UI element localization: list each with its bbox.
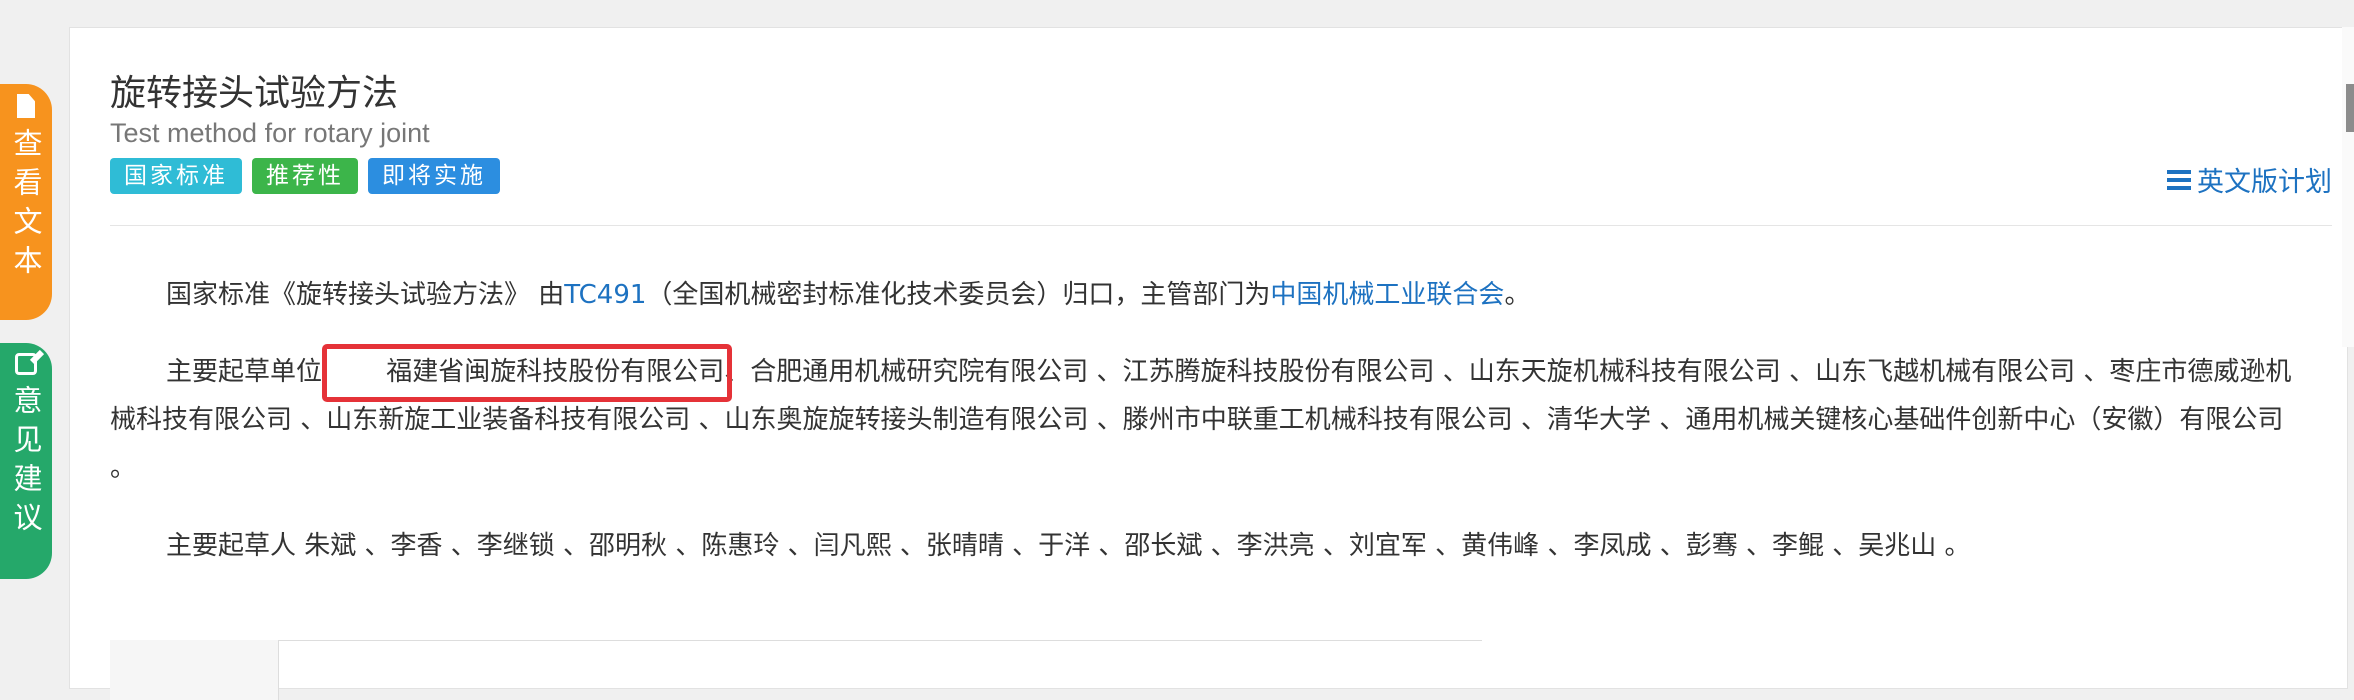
- tc-link[interactable]: TC491: [564, 280, 646, 310]
- intro-text-end: 。: [1504, 280, 1531, 310]
- feedback-label: 意见建议: [9, 385, 43, 541]
- standard-panel: 旋转接头试验方法 Test method for rotary joint 国家…: [69, 27, 2348, 700]
- view-text-label: 查看文本: [9, 128, 43, 284]
- badge-national-standard: 国家标准: [110, 158, 242, 194]
- highlighted-unit: 福建省闽旋科技股份有限公司: [322, 344, 733, 402]
- table-border: [110, 640, 1482, 641]
- badge-upcoming: 即将实施: [368, 158, 500, 194]
- drafting-units-label: 主要起草单位: [166, 357, 331, 387]
- table-header-cell: [110, 640, 279, 700]
- status-badges: 国家标准 推荐性 即将实施: [110, 158, 500, 194]
- english-plan-label: 英文版计划: [2197, 167, 2332, 198]
- document-icon: [17, 94, 35, 118]
- department-link[interactable]: 中国机械工业联合会: [1270, 280, 1504, 310]
- badge-recommended: 推荐性: [252, 158, 358, 194]
- english-plan-link[interactable]: 英文版计划: [2167, 160, 2332, 199]
- scrollbar-thumb[interactable]: [2346, 84, 2354, 132]
- drafters-list: 朱斌 、李香 、李继锁 、邵明秋 、陈惠玲 、闫凡熙 、张晴晴 、于洋 、邵长斌…: [304, 531, 1971, 561]
- feedback-tab[interactable]: 意见建议: [0, 343, 52, 579]
- scrollbar-track[interactable]: [2342, 27, 2354, 347]
- english-title: Test method for rotary joint: [110, 118, 430, 148]
- divider: [110, 225, 2332, 226]
- drafters-label: 主要起草人: [166, 531, 305, 561]
- intro-text: 国家标准《旋转接头试验方法》 由: [166, 280, 565, 310]
- drafting-units-paragraph: 主要起草单位 福建省闽旋科技股份有限公司、合肥通用机械研究院有限公司 、江苏腾旋…: [110, 344, 2310, 492]
- intro-text-mid: （全国机械密封标准化技术委员会）归口，主管部门为: [646, 280, 1271, 310]
- edit-icon: [15, 353, 37, 375]
- page-title: 旋转接头试验方法: [110, 73, 399, 114]
- view-text-tab[interactable]: 查看文本: [0, 84, 52, 320]
- intro-paragraph: 国家标准《旋转接头试验方法》 由TC491（全国机械密封标准化技术委员会）归口，…: [110, 271, 2310, 319]
- drafters-paragraph: 主要起草人 朱斌 、李香 、李继锁 、邵明秋 、陈惠玲 、闫凡熙 、张晴晴 、于…: [110, 522, 2310, 570]
- list-icon: [2167, 169, 2191, 191]
